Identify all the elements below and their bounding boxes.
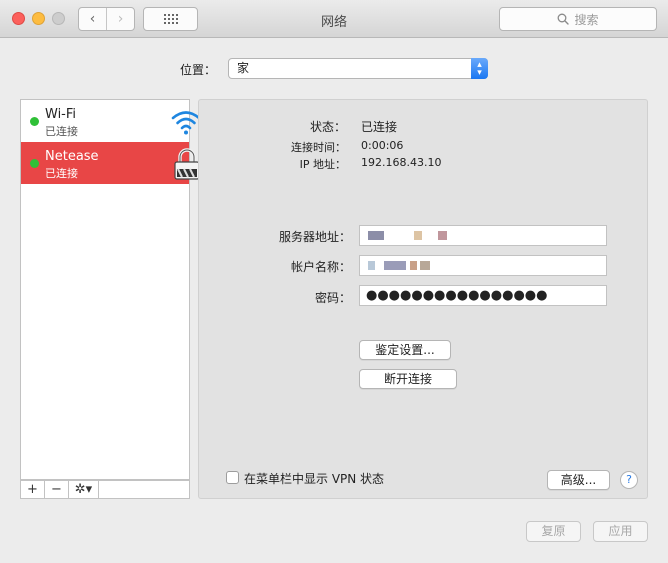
location-label: 位置： — [180, 63, 217, 77]
apply-button[interactable]: 应用 — [593, 521, 648, 542]
service-list-controls: + − ✲▾ — [20, 480, 190, 499]
detail-panel: 状态： 已连接 连接时间： 0:00:06 IP 地址： 192.168.43.… — [198, 99, 648, 499]
lock-icon — [174, 148, 200, 180]
connected-status-dot — [30, 159, 39, 168]
service-status: 已连接 — [45, 167, 78, 180]
chevron-updown-icon: ▴ ▾ — [471, 58, 488, 79]
service-item-netease[interactable]: Netease 已连接 — [21, 142, 200, 184]
service-list: Wi-Fi 已连接 Netease 已连接 — [20, 99, 201, 480]
service-name: Wi-Fi — [45, 107, 77, 122]
service-item-wifi[interactable]: Wi-Fi 已连接 — [21, 100, 201, 142]
search-field[interactable]: 搜索 — [499, 7, 657, 31]
remove-service-button[interactable]: − — [45, 481, 69, 498]
service-status: 已连接 — [45, 125, 78, 138]
status-value: 已连接 — [361, 120, 398, 134]
connected-status-dot — [30, 117, 39, 126]
status-label: 状态： — [309, 120, 346, 134]
password-field[interactable]: ●●●●●●●●●●●●●●●● — [359, 285, 607, 306]
redacted-text — [368, 261, 375, 270]
advanced-button[interactable]: 高级... — [547, 470, 610, 490]
title-bar: ‹ › 网络 搜索 — [0, 0, 668, 38]
show-vpn-status-label: 在菜单栏中显示 VPN 状态 — [244, 472, 385, 486]
connect-time-label: 连接时间： — [291, 141, 346, 154]
search-icon — [558, 13, 570, 25]
authentication-settings-button[interactable]: 鉴定设置... — [359, 340, 451, 360]
password-value: ●●●●●●●●●●●●●●●● — [366, 288, 548, 303]
ip-address-label: IP 地址： — [299, 158, 346, 171]
account-name-label: 帐户名称： — [290, 260, 351, 274]
disconnect-button[interactable]: 断开连接 — [359, 369, 457, 389]
redacted-text — [410, 261, 417, 270]
network-preferences-window: ‹ › 网络 搜索 位置： 家 ▴ ▾ Wi-Fi 已连接 Netease 已连… — [0, 0, 668, 563]
server-address-field[interactable] — [359, 225, 607, 246]
wifi-icon — [171, 111, 201, 135]
show-vpn-status-checkbox[interactable] — [226, 471, 239, 484]
help-button[interactable]: ? — [620, 471, 638, 489]
redacted-text — [414, 231, 422, 240]
server-address-label: 服务器地址： — [278, 230, 351, 244]
redacted-text — [368, 231, 384, 240]
redacted-text — [420, 261, 430, 270]
revert-button[interactable]: 复原 — [526, 521, 581, 542]
ip-address-value: 192.168.43.10 — [361, 156, 442, 169]
plus-icon: + — [27, 482, 38, 497]
redacted-text — [384, 261, 406, 270]
location-value: 家 — [237, 61, 250, 75]
action-menu-button[interactable]: ✲▾ — [69, 481, 99, 498]
add-service-button[interactable]: + — [21, 481, 45, 498]
gear-icon: ✲▾ — [74, 482, 93, 497]
location-select[interactable]: 家 ▴ ▾ — [228, 58, 488, 79]
account-name-field[interactable] — [359, 255, 607, 276]
search-placeholder: 搜索 — [574, 12, 599, 27]
service-name: Netease — [45, 149, 99, 164]
password-label: 密码： — [314, 291, 351, 305]
redacted-text — [438, 231, 447, 240]
minus-icon: − — [51, 482, 62, 497]
connect-time-value: 0:00:06 — [361, 139, 404, 152]
